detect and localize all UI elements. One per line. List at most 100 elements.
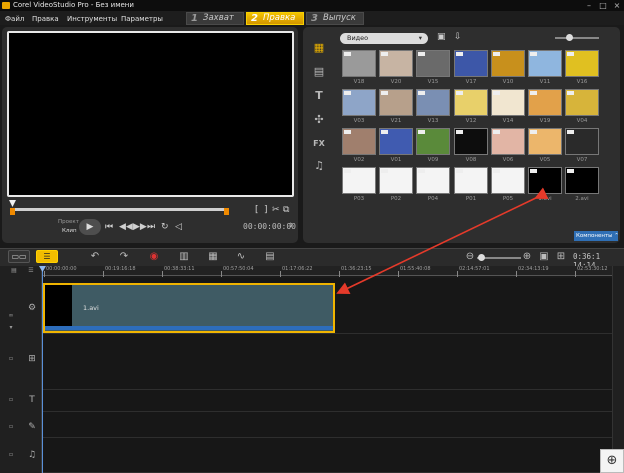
subtitle-icon[interactable]: ▤ bbox=[264, 251, 276, 263]
library-thumbnail[interactable] bbox=[528, 89, 562, 116]
library-thumbnail[interactable] bbox=[342, 167, 376, 194]
graphic-icon[interactable]: ✣ bbox=[312, 114, 326, 126]
media-folder-icon[interactable]: ▦ bbox=[312, 42, 326, 54]
zoom-in-icon[interactable]: ⊕ bbox=[521, 251, 533, 263]
library-thumbnail[interactable] bbox=[416, 167, 450, 194]
menu-settings[interactable]: Параметры bbox=[121, 15, 163, 23]
scrub-bar[interactable] bbox=[12, 208, 226, 211]
timeline-zoom-knob[interactable] bbox=[478, 254, 485, 261]
chapter-icon[interactable]: ☰ bbox=[27, 267, 35, 275]
fit-project-icon[interactable]: ▣ bbox=[538, 251, 550, 263]
audio-icon[interactable]: ♫ bbox=[312, 160, 326, 172]
menu-tools[interactable]: Инструменты bbox=[67, 15, 117, 23]
library-category-dropdown[interactable]: Видео ▾ bbox=[340, 33, 428, 44]
audio-wave-icon[interactable]: ∿ bbox=[235, 251, 247, 263]
library-thumbnail[interactable] bbox=[528, 167, 562, 194]
minimize-button[interactable]: – bbox=[584, 1, 594, 10]
repeat-icon[interactable]: ↻ bbox=[161, 223, 169, 232]
timeline-settings-icon[interactable]: ⊞ bbox=[555, 251, 567, 263]
music-ripple-icon[interactable]: ▫ bbox=[7, 451, 15, 459]
title-ripple-icon[interactable]: ▫ bbox=[7, 396, 15, 404]
library-thumbnail[interactable] bbox=[565, 89, 599, 116]
next-frame-icon[interactable]: ▶▶ bbox=[133, 223, 147, 232]
timecode-spinner-icon[interactable]: ⇕ bbox=[288, 221, 293, 230]
library-thumbnail[interactable] bbox=[416, 50, 450, 77]
magnifier-icon[interactable]: ⊕ bbox=[600, 449, 624, 473]
voice-ripple-icon[interactable]: ▫ bbox=[7, 423, 15, 431]
menu-edit[interactable]: Правка bbox=[32, 15, 59, 23]
library-thumbnail[interactable] bbox=[342, 50, 376, 77]
media-type-badge-icon bbox=[456, 91, 463, 95]
library-thumbnail[interactable] bbox=[491, 50, 525, 77]
thumbnail-size-slider[interactable] bbox=[555, 37, 599, 39]
import-media-icon[interactable]: ⇩ bbox=[454, 33, 462, 42]
volume-icon[interactable]: ◁ bbox=[175, 223, 182, 232]
maximize-button[interactable]: □ bbox=[598, 1, 608, 10]
mark-out-button[interactable]: ] bbox=[264, 206, 268, 215]
library-thumbnail[interactable] bbox=[454, 167, 488, 194]
library-thumbnail[interactable] bbox=[379, 167, 413, 194]
record-capture-icon[interactable]: ◉ bbox=[148, 251, 160, 263]
media-type-badge-icon bbox=[567, 52, 574, 56]
trim-end-marker[interactable] bbox=[224, 208, 229, 215]
library-thumbnail[interactable] bbox=[416, 128, 450, 155]
library-thumbnail[interactable] bbox=[454, 89, 488, 116]
split-clip-icon[interactable]: ✂ bbox=[272, 206, 280, 215]
overlay-ripple-icon[interactable]: ▫ bbox=[7, 355, 15, 363]
library-thumbnail[interactable] bbox=[342, 89, 376, 116]
timeline-playhead[interactable] bbox=[42, 266, 43, 473]
instant-project-icon[interactable]: ▤ bbox=[312, 66, 326, 78]
undo-icon[interactable]: ↶ bbox=[89, 251, 101, 263]
library-thumbnail[interactable] bbox=[565, 128, 599, 155]
filter-fx-icon[interactable]: FX bbox=[312, 138, 326, 150]
library-thumbnail[interactable] bbox=[491, 167, 525, 194]
library-thumbnail[interactable] bbox=[565, 50, 599, 77]
music-track-row[interactable] bbox=[42, 438, 612, 473]
timeline-view-button[interactable]: ☰ bbox=[36, 250, 58, 263]
close-button[interactable]: × bbox=[612, 1, 622, 10]
library-thumbnail[interactable] bbox=[528, 128, 562, 155]
tab-edit[interactable]: 2 Правка bbox=[246, 12, 304, 25]
library-thumbnail[interactable] bbox=[491, 89, 525, 116]
add-folder-icon[interactable]: ▣ bbox=[437, 33, 446, 42]
library-thumbnail[interactable] bbox=[528, 50, 562, 77]
timeline-vertical-scrollbar[interactable] bbox=[612, 266, 624, 473]
title-track-row[interactable] bbox=[42, 390, 612, 412]
overlay-track-row[interactable] bbox=[42, 334, 612, 390]
library-thumbnail[interactable] bbox=[454, 50, 488, 77]
app-logo-icon bbox=[2, 2, 10, 9]
track-expand-icon[interactable]: ▾ bbox=[7, 324, 15, 332]
title-icon[interactable]: T bbox=[312, 90, 326, 102]
home-icon[interactable]: ⏮ bbox=[105, 223, 113, 232]
library-thumbnail[interactable] bbox=[454, 128, 488, 155]
library-thumbnail[interactable] bbox=[379, 89, 413, 116]
mixer-icon[interactable]: ▥ bbox=[178, 251, 190, 263]
tab-share[interactable]: 3 Выпуск bbox=[306, 12, 364, 25]
components-button[interactable]: Компоненты ⌃ bbox=[574, 231, 619, 241]
end-icon[interactable]: ⏭ bbox=[147, 223, 155, 232]
library-thumbnail[interactable] bbox=[379, 128, 413, 155]
mode-project-label[interactable]: Проект bbox=[58, 219, 79, 225]
mark-in-button[interactable]: [ bbox=[255, 206, 259, 215]
library-thumbnail-label: V13 bbox=[427, 118, 439, 124]
thumbnail-size-knob[interactable] bbox=[566, 34, 573, 41]
enlarge-preview-icon[interactable]: ⧉ bbox=[283, 206, 289, 215]
library-thumbnail[interactable] bbox=[565, 167, 599, 194]
mode-clip-label[interactable]: Клип bbox=[62, 228, 77, 234]
library-thumbnail[interactable] bbox=[342, 128, 376, 155]
library-thumbnail[interactable] bbox=[379, 50, 413, 77]
storyboard-view-button[interactable]: ▭▭ bbox=[8, 250, 30, 263]
auto-music-icon[interactable]: ▦ bbox=[207, 251, 219, 263]
redo-icon[interactable]: ↷ bbox=[118, 251, 130, 263]
library-thumbnail[interactable] bbox=[491, 128, 525, 155]
voice-track-row[interactable] bbox=[42, 412, 612, 438]
trim-start-marker[interactable] bbox=[10, 208, 15, 215]
track-manager-icon[interactable]: ▤ bbox=[10, 267, 18, 275]
tab-capture[interactable]: 1 Захват bbox=[186, 12, 244, 25]
menu-file[interactable]: Файл bbox=[5, 15, 24, 23]
library-thumbnail[interactable] bbox=[416, 89, 450, 116]
zoom-out-icon[interactable]: ⊖ bbox=[464, 251, 476, 263]
ripple-edit-icon[interactable]: ∞ bbox=[7, 312, 15, 320]
play-button[interactable]: ▶ bbox=[79, 219, 101, 235]
previous-frame-icon[interactable]: ◀◀ bbox=[119, 223, 133, 232]
